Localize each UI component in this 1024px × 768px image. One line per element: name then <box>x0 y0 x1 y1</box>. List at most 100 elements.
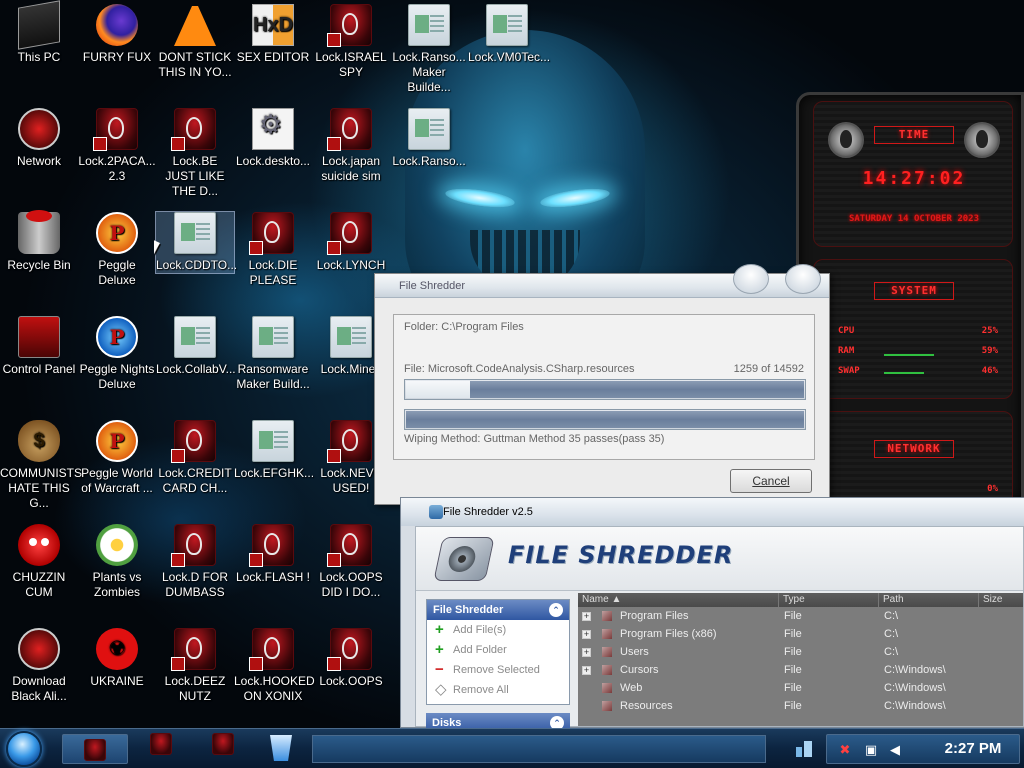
taskbar-button[interactable] <box>146 729 176 768</box>
desktop-icon[interactable]: Download Black Ali... <box>0 628 78 704</box>
desktop-icon[interactable]: DONT STICK THIS IN YO... <box>156 4 234 80</box>
desktop-icon[interactable]: $ COMMUNISTS HATE THIS G... <box>0 420 82 511</box>
overall-progress-remaining <box>406 411 804 428</box>
desktop-icon[interactable]: Lock.CollabV... <box>156 316 236 377</box>
cancel-button[interactable]: Cancel <box>730 469 812 493</box>
expand-icon[interactable]: + <box>582 666 591 675</box>
desktop-icon-label: Lock.OOPS <box>319 674 383 688</box>
desktop-icon[interactable]: Recycle Bin <box>0 210 78 273</box>
show-desktop-icon[interactable] <box>794 739 816 759</box>
task-item[interactable]: − Remove Selected <box>427 660 569 680</box>
desktop-icon[interactable]: Network <box>0 108 78 169</box>
task-item[interactable]: + Add Folder <box>427 640 569 660</box>
taskbar-task-strip[interactable] <box>312 735 766 763</box>
desktop-icon[interactable]: Lock.HOOKED ON XONIX <box>234 628 315 704</box>
desktop-icon[interactable]: P Peggle World of Warcraft ... <box>78 420 156 496</box>
taskbar-button-active[interactable] <box>62 734 128 764</box>
desktop-icon[interactable]: Plants vs Zombies <box>78 524 156 600</box>
desktop-icon[interactable]: Lock.FLASH ! <box>234 524 312 585</box>
peggle-icon: P <box>96 420 138 462</box>
desktop-icon[interactable]: This PC <box>0 0 78 65</box>
close-button[interactable] <box>785 264 821 294</box>
desktop-icon-label: Lock.CollabV... <box>156 362 236 376</box>
desktop-icon[interactable]: P Peggle Nights Deluxe <box>78 316 156 392</box>
desktop-icon[interactable]: CHUZZIN CUM <box>0 524 78 600</box>
desktop-icon[interactable]: Lock.CDDTO... <box>155 211 237 274</box>
desktop-icon[interactable]: ☢ UKRAINE <box>78 628 156 689</box>
application-window-icon <box>408 4 450 46</box>
desktop-icon[interactable]: Lock.CREDIT CARD CH... <box>156 420 234 496</box>
desktop-icon[interactable]: Control Panel <box>0 316 78 377</box>
desktop-icon[interactable]: P Peggle Deluxe <box>78 212 156 288</box>
desktop-icon[interactable]: Lock.D FOR DUMBASS <box>156 524 234 600</box>
flower-icon <box>96 524 138 566</box>
peggle-nights-icon: P <box>96 316 138 358</box>
desktop-icon[interactable]: Lock.ISRAEL SPY <box>312 4 390 80</box>
task-item-label: Remove All <box>453 684 509 696</box>
desktop-icon[interactable]: Lock.LYNCH <box>312 212 390 273</box>
window-client-area: FILE SHREDDER File Shredder ⌃ + Add File(… <box>415 526 1024 733</box>
desktop-icon[interactable]: Lock.DEEZ NUTZ <box>156 628 234 704</box>
table-row[interactable]: + Users File C:\ <box>578 643 1023 661</box>
task-item[interactable]: ◇ Remove All <box>427 680 569 700</box>
taskbar: ✖ ▣ ◀ 2:27 PM <box>0 728 1024 768</box>
table-row[interactable]: Resources File C:\Windows\ <box>578 697 1023 715</box>
desktop-icon[interactable]: Lock.DIE PLEASE <box>234 212 312 288</box>
money-bag-icon: $ <box>18 420 60 462</box>
alienware-shortcut-icon <box>93 108 138 151</box>
action-center-warning-icon[interactable]: ✖ <box>837 742 853 758</box>
start-button[interactable] <box>6 731 42 767</box>
column-name[interactable]: Name ▲ <box>578 593 778 607</box>
taskbar-button[interactable] <box>208 729 238 768</box>
desktop-icon-label: FURRY FUX <box>82 50 152 64</box>
desktop-icon[interactable]: Lock.Ranso... Maker Builde... <box>390 4 468 95</box>
firefox-icon <box>96 4 138 46</box>
shredder-taskbar-icon[interactable] <box>270 735 292 761</box>
table-row[interactable]: Web File C:\Windows\ <box>578 679 1023 697</box>
desktop-icon[interactable]: Lock.OOPS DID I DO... <box>312 524 390 600</box>
file-progress-remaining <box>470 381 804 398</box>
alienware-network-icon <box>18 628 60 670</box>
desktop-icon[interactable]: Lock.OOPS <box>312 628 390 689</box>
desktop-icon[interactable]: Lock.deskto... <box>234 108 312 169</box>
expand-icon[interactable]: + <box>582 630 591 639</box>
desktop-icon-label: Lock.FLASH ! <box>235 570 311 584</box>
expand-icon[interactable]: + <box>582 648 591 657</box>
desktop-icon[interactable]: Lock.Ranso... <box>390 108 468 169</box>
taskbar-clock[interactable]: 2:27 PM <box>931 735 1015 763</box>
expand-icon[interactable]: + <box>582 612 591 621</box>
desktop-icon-label: Lock.LYNCH <box>316 258 386 272</box>
task-item[interactable]: + Add File(s) <box>427 620 569 640</box>
desktop-icon[interactable]: HxD SEX EDITOR <box>234 4 312 65</box>
eraser-icon: ◇ <box>435 681 447 698</box>
desktop-icon-label: Ransomware Maker Build... <box>236 362 310 391</box>
table-row[interactable]: + Program Files File C:\ <box>578 607 1023 625</box>
desktop-icon[interactable]: Lock.BE JUST LIKE THE D... <box>156 108 234 199</box>
desktop-icon[interactable]: Lock.2PACA... 2.3 <box>78 108 156 184</box>
cpu-row: CPU 25% <box>838 326 998 336</box>
desktop-icon-label: Lock.2PACA... 2.3 <box>78 154 156 183</box>
desktop-icon[interactable]: Ransomware Maker Build... <box>234 316 312 392</box>
desktop-icon[interactable]: Lock.EFGHK... <box>234 420 314 481</box>
shred-item-icon <box>602 629 612 639</box>
task-list: + Add File(s) + Add Folder − Remove Selected ◇… <box>427 620 569 700</box>
hard-drive-logo-icon <box>433 537 495 581</box>
column-name-label: Name <box>582 594 609 605</box>
column-size[interactable]: Size <box>978 593 1024 607</box>
tasks-panel-header[interactable]: File Shredder ⌃ <box>427 600 569 620</box>
network-tray-icon[interactable]: ▣ <box>863 742 879 758</box>
alienware-shortcut-icon <box>327 524 372 567</box>
desktop-icon[interactable]: FURRY FUX <box>78 4 156 65</box>
radiation-icon: ☢ <box>96 628 138 670</box>
desktop-icon-label: CHUZZIN CUM <box>12 570 66 599</box>
desktop-icon[interactable]: Lock.japan suicide sim <box>312 108 390 184</box>
desktop-icon[interactable]: Lock.VM0Tec... <box>468 4 550 65</box>
alienware-shortcut-icon <box>327 108 372 151</box>
table-row[interactable]: + Program Files (x86) File C:\ <box>578 625 1023 643</box>
column-path[interactable]: Path <box>878 593 978 607</box>
collapse-icon[interactable]: ⌃ <box>549 603 563 617</box>
column-type[interactable]: Type <box>778 593 876 607</box>
minimize-button[interactable] <box>733 264 769 294</box>
table-row[interactable]: + Cursors File C:\Windows\ <box>578 661 1023 679</box>
volume-icon[interactable]: ◀ <box>887 742 903 758</box>
